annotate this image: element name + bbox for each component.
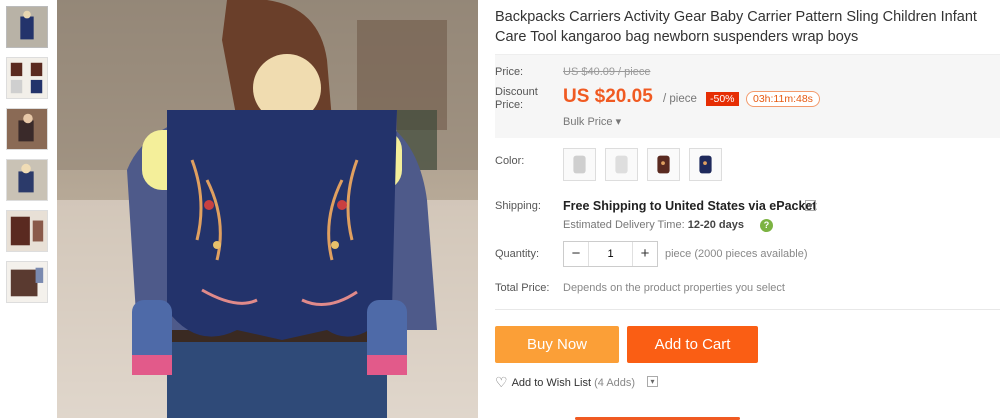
buy-now-button[interactable]: Buy Now	[495, 326, 619, 363]
color-swatch-gray-white[interactable]	[605, 148, 638, 181]
color-swatch-navy[interactable]	[689, 148, 722, 181]
quantity-increase-button[interactable]: +	[633, 242, 657, 266]
add-to-wishlist-link[interactable]: ♡ Add to Wish List (4 Adds)	[495, 374, 635, 391]
shipping-label: Shipping:	[495, 200, 541, 212]
quantity-decrease-button[interactable]: −	[564, 242, 588, 266]
product-detail-panel: Backpacks Carriers Activity Gear Baby Ca…	[495, 0, 1000, 420]
color-swatch-brown[interactable]	[647, 148, 680, 181]
bulk-price-link[interactable]: Bulk Price ▾	[563, 115, 621, 128]
shipping-method: Free Shipping to United States via ePack…	[563, 199, 817, 213]
thumbnail-4[interactable]	[6, 159, 48, 201]
wishlist-label: Add to Wish List	[511, 377, 592, 389]
thumbnail-2[interactable]	[6, 57, 48, 99]
wishlist-dropdown-icon[interactable]: ▾	[647, 376, 658, 387]
countdown-timer-badge: 03h:11m:48s	[746, 91, 820, 107]
price-label: Price:	[495, 66, 524, 78]
discount-price-label: Discount Price:	[495, 86, 538, 111]
product-title: Backpacks Carriers Activity Gear Baby Ca…	[495, 9, 977, 45]
delivery-estimate: Estimated Delivery Time: 12-20 days	[563, 219, 744, 231]
discount-price: US $20.05	[563, 86, 653, 107]
quantity-available: piece (2000 pieces available)	[665, 248, 808, 260]
total-price-value: Depends on the product properties you se…	[563, 282, 785, 294]
thumbnail-1[interactable]	[6, 6, 48, 48]
total-price-label: Total Price:	[495, 282, 550, 294]
thumbnail-strip	[6, 6, 50, 312]
shipping-dropdown-icon[interactable]: ▾	[805, 200, 816, 211]
per-piece-label: / piece	[663, 93, 697, 105]
quantity-stepper: − +	[563, 241, 658, 267]
main-product-image[interactable]	[57, 0, 478, 418]
color-label: Color:	[495, 155, 525, 167]
price-box: Price: US $40.09 / piece Discount Price:…	[495, 54, 1000, 138]
divider	[495, 309, 1000, 310]
discount-percent-badge: -50%	[706, 92, 739, 106]
wishlist-count: (4 Adds)	[594, 377, 636, 389]
color-swatch-light-gray[interactable]	[563, 148, 596, 181]
help-icon[interactable]: ?	[760, 219, 773, 232]
thumbnail-6[interactable]	[6, 261, 48, 303]
quantity-label: Quantity:	[495, 248, 540, 260]
thumbnail-3[interactable]	[6, 108, 48, 150]
delivery-estimate-prefix: Estimated Delivery Time:	[563, 219, 685, 231]
delivery-days: 12-20 days	[687, 219, 744, 231]
quantity-input[interactable]	[588, 242, 633, 266]
add-to-cart-button[interactable]: Add to Cart	[627, 326, 758, 363]
heart-icon: ♡	[495, 374, 508, 390]
thumbnail-5[interactable]	[6, 210, 48, 252]
original-price: US $40.09 / piece	[563, 66, 651, 78]
